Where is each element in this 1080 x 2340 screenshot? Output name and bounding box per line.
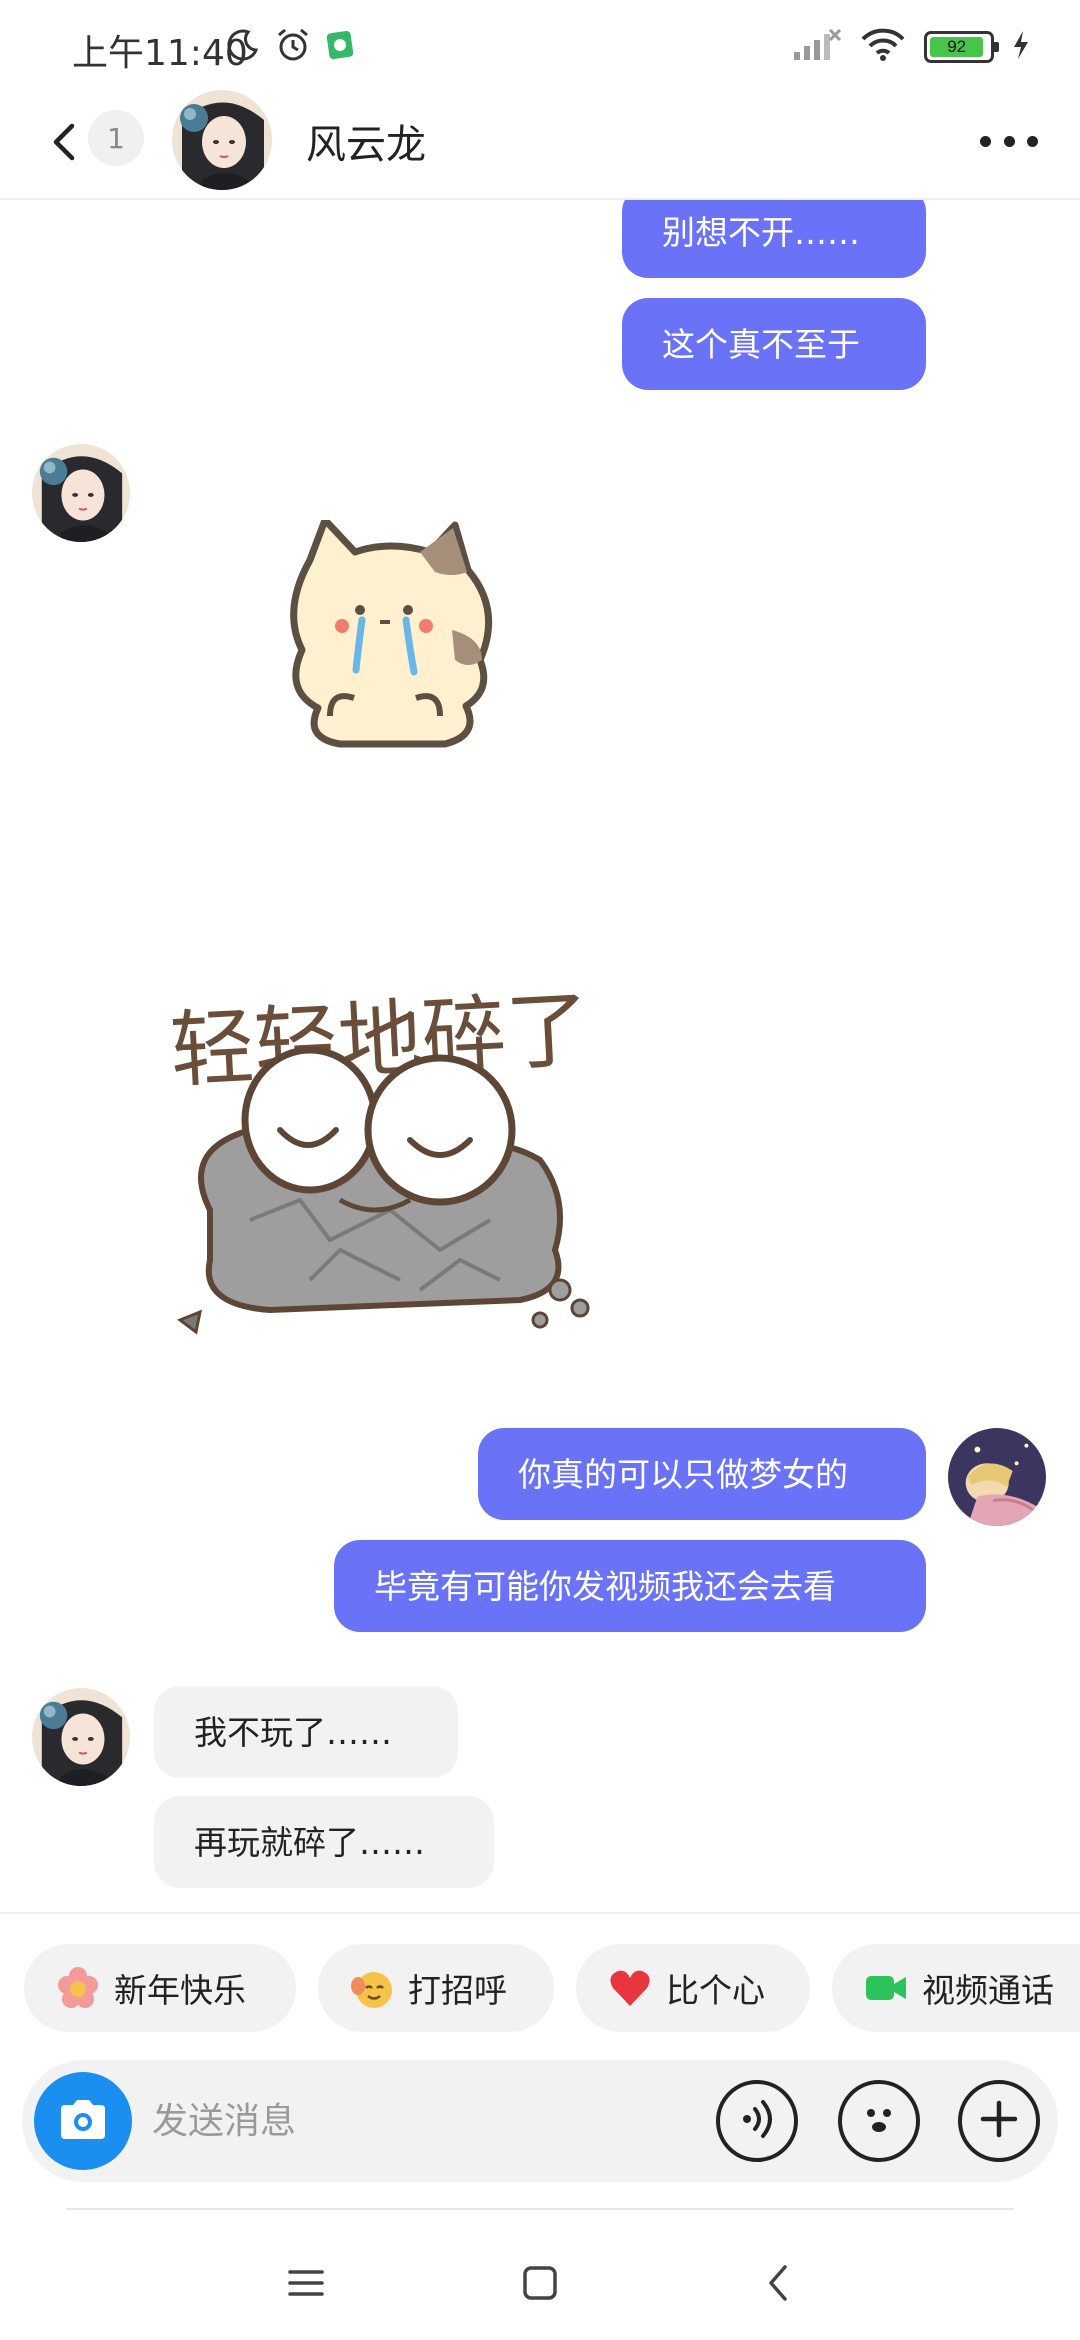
unread-count-badge[interactable]: 1 [88, 110, 144, 166]
plus-icon [977, 2097, 1021, 2145]
message-bubble-outgoing[interactable]: 你真的可以只做梦女的 [478, 1428, 926, 1520]
back-chevron-icon [763, 2263, 793, 2307]
message-bubble-incoming[interactable]: 我不玩了…… [154, 1686, 458, 1778]
camera-icon [57, 2097, 109, 2145]
message-text: 我不玩了…… [194, 1712, 392, 1752]
message-text: 这个真不至于 [662, 324, 860, 364]
contact-avatar[interactable] [32, 1688, 130, 1786]
home-button[interactable] [510, 2260, 570, 2310]
message-text: 再玩就碎了…… [194, 1822, 425, 1862]
chip-label: 比个心 [666, 1971, 765, 2010]
chip-label: 新年快乐 [114, 1971, 246, 2010]
my-avatar[interactable] [948, 1428, 1046, 1526]
camera-button[interactable] [34, 2072, 132, 2170]
dot [1003, 135, 1015, 147]
sticker-caption: 轻轻地碎了 [168, 982, 592, 1098]
message-bubble-outgoing[interactable]: 毕竟有可能你发视频我还会去看 [334, 1540, 926, 1632]
status-icons-right: 92 [792, 28, 1030, 66]
more-options-button[interactable] [974, 116, 1044, 166]
divider [66, 2208, 1014, 2210]
system-back-button[interactable] [748, 2260, 808, 2310]
dot [980, 135, 991, 147]
quick-reply-new-year[interactable]: 新年快乐 [24, 1944, 296, 2032]
crying-cat-sticker[interactable] [270, 516, 510, 770]
alarm-icon [274, 26, 312, 68]
message-bubble-incoming[interactable]: 再玩就碎了…… [154, 1796, 494, 1888]
message-bubble-outgoing[interactable]: 别想不开…… [622, 200, 926, 278]
wave-emoji-icon [350, 1966, 394, 2010]
contact-avatar[interactable] [32, 444, 130, 542]
more-actions-button[interactable] [958, 2080, 1040, 2162]
moon-icon [226, 28, 260, 66]
message-text: 毕竟有可能你发视频我还会去看 [374, 1566, 836, 1606]
recent-apps-button[interactable] [276, 2260, 336, 2310]
status-icons-left [226, 26, 356, 68]
video-call-icon [864, 1966, 908, 2010]
menu-icon [288, 2268, 324, 2302]
battery-level: 92 [930, 37, 984, 57]
flower-icon [56, 1966, 100, 2010]
quick-reply-video-call[interactable]: 视频通话 [832, 1944, 1080, 2032]
message-bubble-outgoing[interactable]: 这个真不至于 [622, 298, 926, 390]
contact-avatar[interactable] [172, 90, 272, 190]
heart-icon [608, 1966, 652, 2010]
chat-message-list[interactable]: 别想不开…… 这个真不至于 轻轻地碎了 你真的可以只做梦女的 毕竟有可能你发视频… [0, 200, 1080, 1912]
wifi-icon [860, 28, 906, 66]
quick-reply-greet[interactable]: 打招呼 [318, 1944, 554, 2032]
emoji-button[interactable] [838, 2080, 920, 2162]
emoji-icon [857, 2097, 901, 2145]
contact-name[interactable]: 风云龙 [306, 112, 426, 170]
app-notification-icon [326, 28, 356, 66]
message-text: 你真的可以只做梦女的 [518, 1454, 848, 1494]
dot [1027, 135, 1038, 147]
quick-reply-heart[interactable]: 比个心 [576, 1944, 810, 2032]
system-navigation-bar [0, 2230, 1080, 2340]
message-input[interactable] [152, 2088, 712, 2154]
quick-reply-bar[interactable]: 新年快乐 打招呼 比个心 视频通话 [0, 1912, 1080, 2060]
charging-icon [1012, 30, 1030, 64]
status-bar: 上午11:40 92 [0, 0, 1080, 90]
voice-button[interactable] [716, 2080, 798, 2162]
signal-icon [792, 28, 842, 66]
square-icon [522, 2265, 558, 2305]
chip-label: 视频通话 [922, 1971, 1054, 2010]
chip-label: 打招呼 [408, 1971, 507, 2010]
message-input-bar [22, 2060, 1058, 2182]
status-time: 上午11:40 [72, 33, 248, 74]
broken-frog-sticker[interactable]: 轻轻地碎了 [160, 960, 610, 1380]
message-text: 别想不开…… [662, 212, 860, 252]
chat-header: 1 风云龙 [0, 90, 1080, 200]
voice-icon [735, 2097, 779, 2145]
battery-icon: 92 [924, 31, 999, 63]
